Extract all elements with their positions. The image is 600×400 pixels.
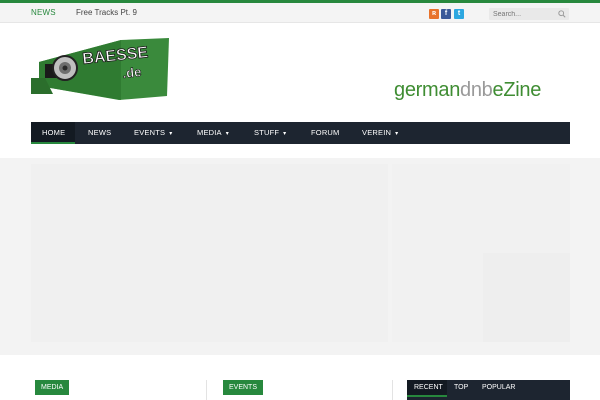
nav-label: NEWS bbox=[88, 128, 112, 137]
featured-slider bbox=[0, 158, 600, 355]
nav-item-verein[interactable]: VEREIN ▾ bbox=[362, 122, 398, 144]
facebook-icon[interactable]: f bbox=[441, 9, 451, 19]
column-divider bbox=[392, 380, 393, 400]
nav-label: MEDIA bbox=[197, 128, 222, 137]
nav-item-events[interactable]: EVENTS ▾ bbox=[134, 122, 172, 144]
category-label-events[interactable]: EVENTS bbox=[223, 380, 264, 395]
search-input[interactable] bbox=[493, 9, 555, 19]
search-icon[interactable] bbox=[558, 10, 566, 18]
ezine-title: germandnbeZine bbox=[394, 79, 541, 102]
featured-side-slot-small[interactable] bbox=[483, 253, 570, 342]
category-label-media[interactable]: MEDIA bbox=[35, 380, 70, 395]
search-box bbox=[489, 8, 569, 20]
sidebar-tabs: RECENT TOP POPULAR bbox=[407, 380, 570, 400]
nav-item-media[interactable]: MEDIA ▾ bbox=[197, 122, 229, 144]
nav-label: STUFF bbox=[254, 128, 280, 137]
site-header: BAESSE .de germandnbeZine bbox=[0, 24, 600, 120]
main-nav: HOME NEWS EVENTS ▾ MEDIA ▾ STUFF ▾ FORUM VE… bbox=[31, 122, 570, 144]
tab-recent[interactable]: RECENT bbox=[407, 380, 447, 397]
news-ticker-link[interactable]: Free Tracks Pt. 9 bbox=[76, 8, 137, 17]
nav-label: EVENTS bbox=[134, 128, 166, 137]
nav-label: VEREIN bbox=[362, 128, 392, 137]
nav-item-home[interactable]: HOME bbox=[31, 122, 75, 144]
rss-icon[interactable]: ʀ bbox=[429, 9, 439, 19]
tab-popular[interactable]: POPULAR bbox=[482, 380, 515, 395]
chevron-down-icon: ▾ bbox=[225, 131, 229, 137]
featured-main-slot[interactable] bbox=[31, 164, 388, 342]
column-divider bbox=[206, 380, 207, 400]
nav-label: HOME bbox=[42, 128, 66, 137]
tab-top[interactable]: TOP bbox=[454, 380, 468, 395]
site-logo[interactable]: BAESSE .de bbox=[31, 34, 171, 102]
ezine-part-ezine: eZine bbox=[492, 79, 542, 101]
ezine-part-dnb: dnb bbox=[460, 79, 493, 101]
nav-label: FORUM bbox=[311, 128, 340, 137]
ezine-part-german: german bbox=[394, 79, 461, 101]
chevron-down-icon: ▾ bbox=[283, 131, 287, 137]
nav-item-forum[interactable]: FORUM bbox=[311, 122, 340, 144]
news-ticker-label: NEWS bbox=[31, 8, 56, 17]
nav-item-stuff[interactable]: STUFF ▾ bbox=[254, 122, 286, 144]
logo-domain: .de bbox=[122, 64, 142, 81]
nav-item-news[interactable]: NEWS bbox=[88, 122, 111, 144]
twitter-icon[interactable]: t bbox=[454, 9, 464, 19]
chevron-down-icon: ▾ bbox=[395, 131, 399, 137]
chevron-down-icon: ▾ bbox=[169, 131, 173, 137]
top-bar: NEWS Free Tracks Pt. 9 ʀ f t bbox=[0, 3, 600, 23]
